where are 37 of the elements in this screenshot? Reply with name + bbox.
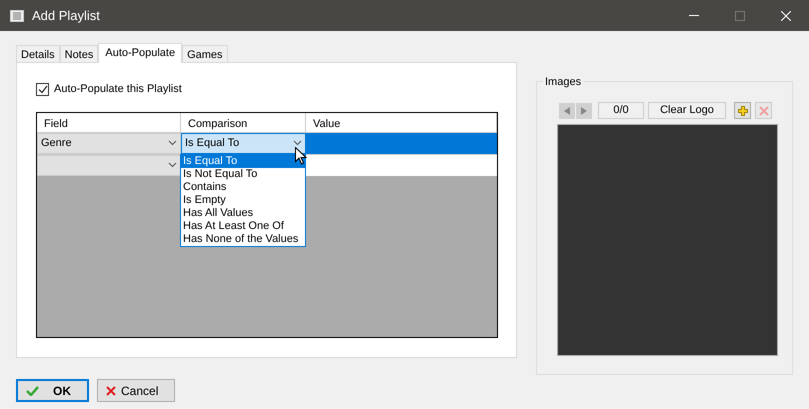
maximize-icon: [735, 10, 745, 20]
dropdown-option[interactable]: Is Empty: [181, 194, 305, 206]
dropdown-option[interactable]: Has All Values: [181, 206, 305, 220]
tab[interactable]: Notes: [60, 45, 98, 62]
dropdown-option[interactable]: Is Not Equal To: [181, 168, 305, 180]
tab[interactable]: Details: [16, 45, 60, 62]
window-icon: [10, 10, 24, 22]
dropdown-option[interactable]: Has None of the Values: [181, 232, 305, 246]
cross-icon: [106, 386, 116, 396]
field-dropdown[interactable]: Genre: [37, 132, 181, 154]
cancel-button[interactable]: Cancel: [97, 379, 175, 402]
checkbox-label: Auto-Populate this Playlist: [54, 82, 182, 97]
minimize-icon: [689, 15, 699, 16]
dropdown-option[interactable]: Is Equal To: [181, 154, 305, 168]
close-icon: [781, 10, 791, 20]
left-triangle-icon: [564, 106, 570, 114]
field-dropdown[interactable]: [37, 154, 181, 176]
add-button[interactable]: [734, 102, 751, 119]
checkbox[interactable]: [36, 82, 49, 96]
plus-icon: [738, 106, 748, 116]
counter-field: 0/0: [598, 102, 644, 119]
chevron-down-icon: [168, 162, 177, 168]
group-title: Images: [543, 74, 584, 90]
window-title: Add Playlist: [32, 6, 100, 25]
comparison-dropdown[interactable]: Is Equal To: [181, 132, 306, 154]
chevron-down-icon: [293, 140, 302, 146]
selected-cell[interactable]: [306, 132, 497, 154]
image-type-field[interactable]: Clear Logo: [648, 102, 726, 119]
right-triangle-icon: [581, 106, 587, 114]
chevron-down-icon: [168, 140, 177, 146]
ok-button[interactable]: OK: [16, 379, 89, 402]
tab[interactable]: Games: [182, 45, 228, 62]
checkmark-icon: [26, 386, 39, 396]
cross-icon: [758, 106, 768, 116]
dropdown-option[interactable]: Has At Least One Of: [181, 220, 305, 232]
dropdown-option[interactable]: Contains: [181, 180, 305, 194]
tab[interactable]: Auto-Populate: [98, 43, 182, 63]
